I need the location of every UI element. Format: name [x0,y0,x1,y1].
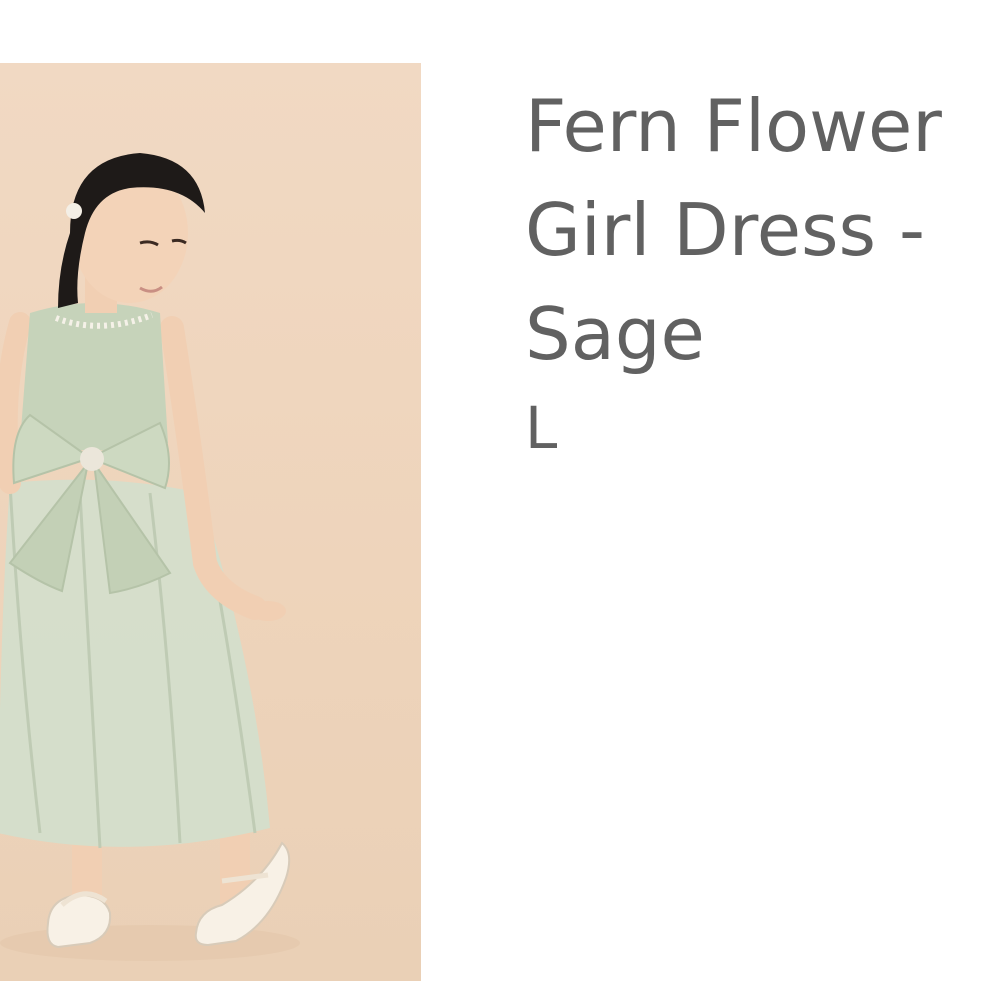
girl-in-dress-illustration [0,153,300,961]
product-photo[interactable] [0,63,421,981]
product-info: Fern Flower Girl Dress - Sage L [525,74,1000,470]
listing-page: Fern Flower Girl Dress - Sage L [0,0,1000,1000]
product-size: L [525,394,558,462]
product-title: Fern Flower Girl Dress - Sage [525,84,942,376]
